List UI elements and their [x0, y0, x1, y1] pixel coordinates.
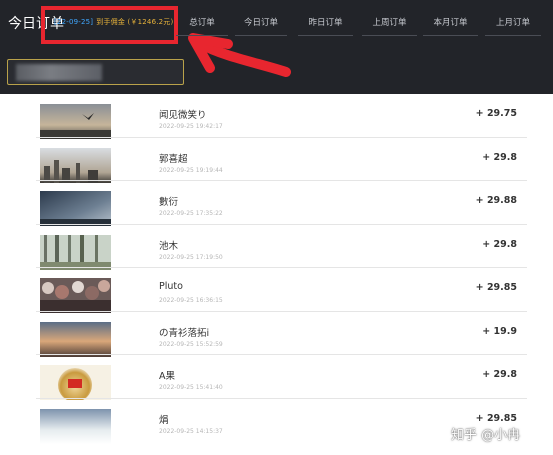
list-item[interactable]: 郭喜超 2022-09-25 19:19:44 + 29.8: [0, 138, 553, 183]
list-item[interactable]: A果 2022-09-25 15:41:40 + 29.8: [0, 355, 553, 400]
order-commission: + 29.8: [482, 151, 517, 163]
list-item[interactable]: Pluto 2022-09-25 16:36:15 + 29.85: [0, 268, 553, 313]
order-commission: + 29.85: [475, 282, 517, 293]
order-commission: + 29.75: [475, 108, 517, 119]
order-commission: + 29.88: [475, 195, 517, 206]
annotation-highlight-box: [41, 6, 178, 44]
order-time: 2022-09-25 17:19:50: [159, 253, 223, 261]
tab-yesterday-orders[interactable]: 昨日订单: [298, 14, 353, 36]
tab-all-orders[interactable]: 总订单: [176, 14, 228, 36]
tab-today-orders[interactable]: 今日订单: [235, 14, 287, 36]
order-commission: + 29.85: [475, 412, 517, 424]
order-commission: + 19.9: [482, 325, 517, 337]
customer-name: 闻见微笑り: [159, 110, 207, 121]
order-time: 2022-09-25 19:19:44: [159, 166, 223, 174]
list-item[interactable]: の青衫落拓i 2022-09-25 15:52:59 + 19.9: [0, 312, 553, 357]
order-list: 闻见微笑り 2022-09-25 19:42:17 + 29.75 郭喜超 20…: [0, 94, 553, 455]
thumbnail-image: [40, 365, 111, 400]
thumbnail-image: [40, 234, 111, 270]
order-time: 2022-09-25 15:41:40: [159, 384, 223, 391]
thumbnail-image: [40, 321, 111, 357]
list-item[interactable]: 池木 2022-09-25 17:19:50 + 29.8: [0, 225, 553, 270]
customer-name: A果: [159, 371, 175, 382]
tab-last-week-orders[interactable]: 上周订单: [362, 14, 417, 36]
order-commission: + 29.8: [482, 369, 517, 380]
thumbnail-image: [40, 191, 111, 226]
customer-name: の青衫落拓i: [159, 327, 210, 339]
search-input[interactable]: [7, 59, 184, 85]
order-time: 2022-09-25 16:36:15: [159, 297, 223, 304]
order-time: 2022-09-25 19:42:17: [159, 123, 223, 130]
tab-last-month-orders[interactable]: 上月订单: [485, 14, 541, 36]
customer-name: 焆: [159, 414, 169, 426]
order-time: 2022-09-25 15:52:59: [159, 340, 223, 348]
order-time: 2022-09-25 14:15:37: [159, 427, 223, 435]
thumbnail-image: [40, 104, 111, 139]
order-time: 2022-09-25 17:35:22: [159, 210, 223, 217]
customer-name: 池木: [159, 240, 179, 252]
customer-name: 數衍: [159, 197, 179, 208]
list-item[interactable]: 闻见微笑り 2022-09-25 19:42:17 + 29.75: [0, 94, 553, 139]
tab-this-month-orders[interactable]: 本月订单: [423, 14, 478, 36]
thumbnail-image: [40, 408, 111, 444]
order-commission: + 29.8: [482, 238, 517, 250]
header-bar: 今日订单 [22-09-25] 到手佣金 (￥1246.2元) 总订单 今日订单 …: [0, 0, 553, 94]
watermark: 知乎 @小冉: [451, 428, 521, 443]
customer-name: Pluto: [159, 281, 183, 292]
thumbnail-image: [40, 147, 111, 183]
list-item[interactable]: 數衍 2022-09-25 17:35:22 + 29.88: [0, 181, 553, 226]
blurred-content: [16, 64, 102, 81]
thumbnail-image: [40, 278, 111, 313]
customer-name: 郭喜超: [159, 153, 188, 165]
